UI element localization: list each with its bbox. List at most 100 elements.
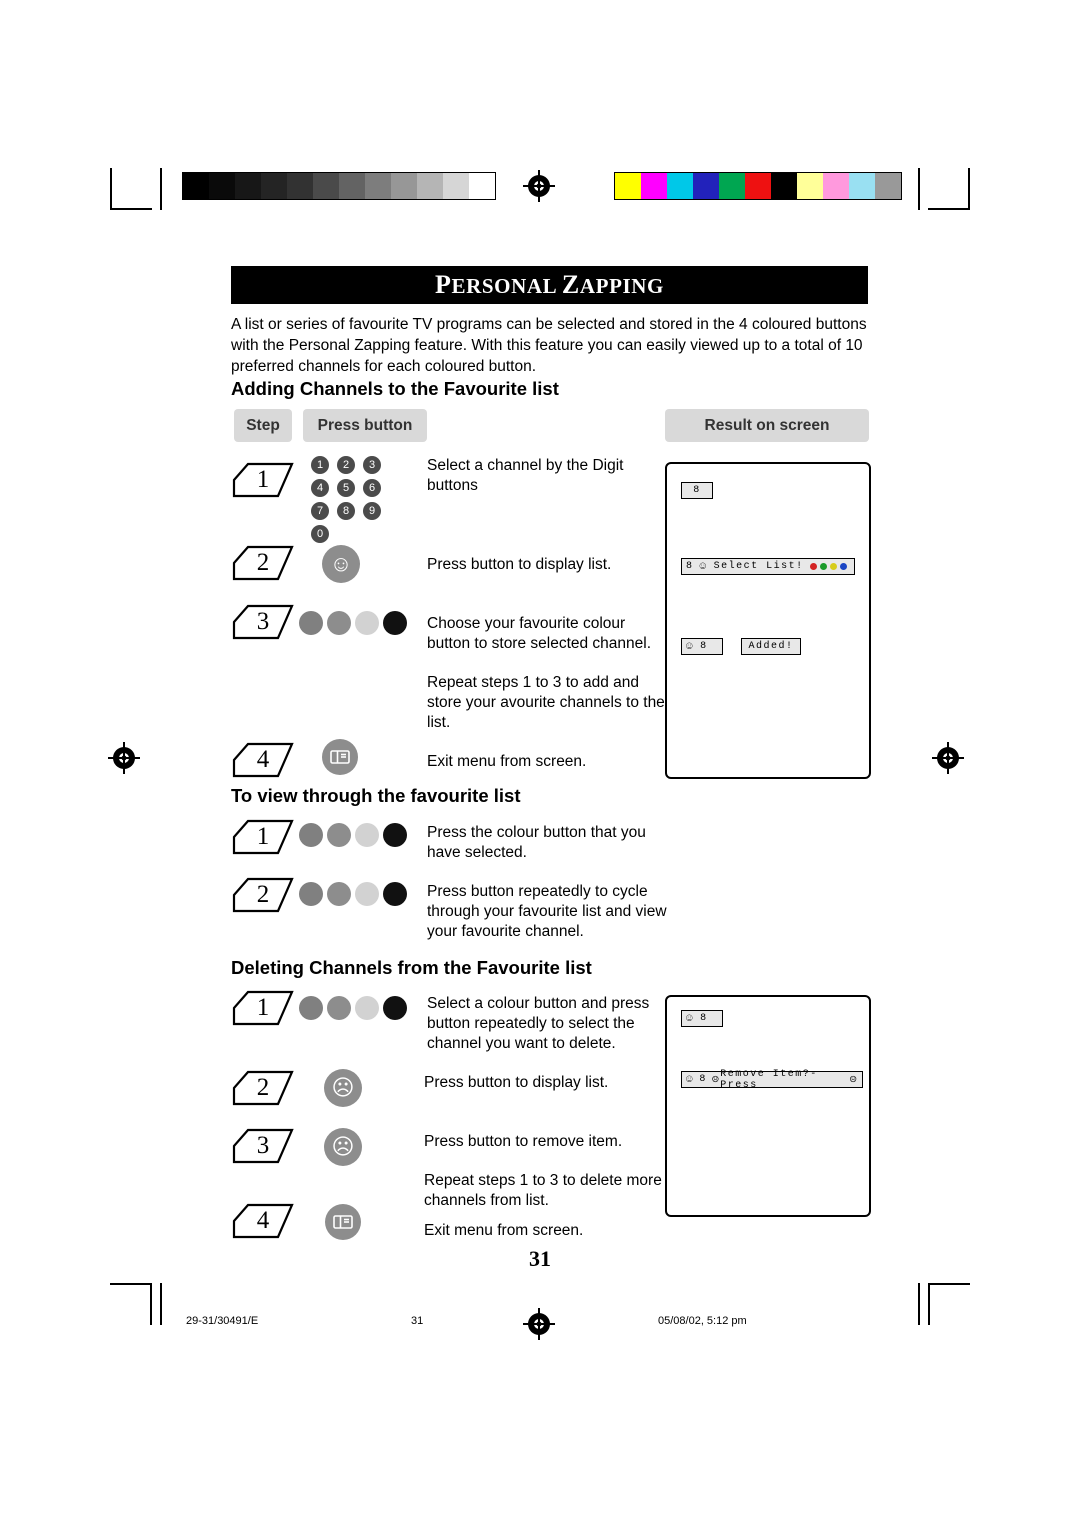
step-number: 2 [256, 1074, 270, 1101]
osd-channel-number: 8 [700, 641, 708, 652]
step-number: 3 [256, 1132, 270, 1159]
colour-button-yellow[interactable] [355, 823, 379, 847]
step-number: 1 [256, 823, 270, 850]
digit-key[interactable]: 1 [311, 456, 329, 474]
colour-button-blue[interactable] [383, 611, 407, 635]
intro-paragraph: A list or series of favourite TV program… [231, 316, 867, 375]
sad-smiley-icon: ☹ [712, 1074, 721, 1087]
exit-menu-button-icon[interactable] [322, 739, 358, 775]
digit-key[interactable]: 2 [337, 456, 355, 474]
colour-button-blue[interactable] [383, 823, 407, 847]
colour-button-green[interactable] [327, 882, 351, 906]
osd-added-channel-badge: ☺ 8 [681, 638, 723, 655]
step-marker: 3 [232, 1126, 294, 1166]
step-marker: 1 [232, 988, 294, 1028]
registration-target-left [108, 742, 140, 774]
step-number: 3 [256, 608, 270, 635]
step-marker: 2 [232, 1068, 294, 1108]
step-marker: 3 [232, 602, 294, 642]
osd-colour-dots [809, 563, 847, 570]
sad-smiley-button-icon[interactable]: ☹ [324, 1128, 362, 1166]
registration-target-right [932, 742, 964, 774]
osd-channel-number: 8 [700, 1013, 708, 1024]
step-instruction: Select a colour button and press button … [427, 995, 650, 1052]
digit-keypad: 123 456 789 0 [311, 456, 381, 548]
osd-added-bar: Added! [741, 638, 801, 655]
digit-key[interactable]: 8 [337, 502, 355, 520]
osd-channel-number: 8 [699, 1074, 707, 1085]
colour-button-blue[interactable] [383, 996, 407, 1020]
digit-key[interactable]: 5 [337, 479, 355, 497]
step-marker: 2 [232, 875, 294, 915]
colour-buttons-group[interactable] [299, 611, 407, 635]
column-header-press-button: Press button [303, 409, 427, 442]
page-title: PERSONAL ZAPPING [231, 266, 868, 304]
footer-left: 29-31/30491/E [186, 1315, 259, 1327]
colour-button-yellow[interactable] [355, 882, 379, 906]
sad-smiley-icon: ☹ [849, 1074, 858, 1087]
result-screen-deleting: ☺ 8 ☺ 8 ☹ Remove Item?- Press ☹ [665, 995, 871, 1217]
step-instruction: Select a channel by the Digit buttons [427, 457, 624, 494]
smiley-icon: ☺ [686, 1073, 695, 1086]
colour-button-green[interactable] [327, 996, 351, 1020]
step-instruction: Choose your favourite colour button to s… [427, 615, 652, 652]
osd-channel-badge: ☺ 8 [681, 1010, 723, 1027]
colour-button-green[interactable] [327, 823, 351, 847]
greyscale-colorbar [182, 172, 496, 200]
step-number: 4 [256, 746, 270, 773]
step-number: 1 [256, 466, 270, 493]
page-number: 31 [529, 1246, 551, 1271]
step-instruction: Press button to display list. [427, 556, 612, 573]
result-screen-adding: 8 8 ☺ Select List! ☺ 8 Added! [665, 462, 871, 779]
registration-target-bottom [523, 1308, 555, 1340]
step-instruction: Exit menu from screen. [427, 753, 587, 770]
step-instruction: Press button repeatedly to cycle through… [427, 883, 667, 940]
osd-remove-item-bar: ☺ 8 ☹ Remove Item?- Press ☹ [681, 1068, 863, 1091]
osd-channel-number: 8 [693, 485, 701, 496]
manual-page: PERSONAL ZAPPING A list or series of fav… [0, 0, 1080, 1528]
colour-button-yellow[interactable] [355, 996, 379, 1020]
column-header-result: Result on screen [665, 409, 869, 442]
step-marker: 4 [232, 1201, 294, 1241]
digit-key[interactable]: 3 [363, 456, 381, 474]
osd-select-list-bar: 8 ☺ Select List! [681, 558, 855, 575]
step-marker: 2 [232, 543, 294, 583]
colour-buttons-group[interactable] [299, 882, 407, 906]
digit-key[interactable]: 6 [363, 479, 381, 497]
step-marker: 4 [232, 740, 294, 780]
color-colorbar [614, 172, 902, 200]
colour-button-red[interactable] [299, 996, 323, 1020]
step-instruction: Press button to display list. [424, 1074, 609, 1091]
exit-menu-button-icon[interactable] [325, 1204, 361, 1240]
step-number: 2 [256, 881, 270, 908]
section-heading-adding: Adding Channels to the Favourite list [231, 378, 559, 399]
colour-button-red[interactable] [299, 882, 323, 906]
osd-added-text: Added! [748, 641, 794, 652]
step-note: Repeat steps 1 to 3 to add and store you… [427, 674, 665, 731]
colour-button-blue[interactable] [383, 882, 407, 906]
step-instruction: Press button to remove item. [424, 1133, 623, 1150]
step-instruction: Press the colour button that you have se… [427, 824, 646, 861]
colour-button-yellow[interactable] [355, 611, 379, 635]
step-note: Repeat steps 1 to 3 to delete more chann… [424, 1172, 662, 1209]
section-heading-deleting: Deleting Channels from the Favourite lis… [231, 957, 592, 978]
smiley-button-icon[interactable]: ☺ [322, 545, 360, 583]
colour-buttons-group[interactable] [299, 823, 407, 847]
digit-key[interactable]: 9 [363, 502, 381, 520]
step-marker: 1 [232, 817, 294, 857]
colour-button-red[interactable] [299, 611, 323, 635]
digit-key[interactable]: 7 [311, 502, 329, 520]
step-instruction: Exit menu from screen. [424, 1222, 584, 1239]
sad-smiley-button-icon[interactable]: ☹ [324, 1069, 362, 1107]
footer-right: 05/08/02, 5:12 pm [658, 1315, 747, 1327]
osd-remove-item-text: Remove Item?- Press [720, 1068, 818, 1091]
digit-key[interactable]: 0 [311, 525, 329, 543]
colour-buttons-group[interactable] [299, 996, 407, 1020]
osd-select-list-text: Select List! [713, 561, 804, 572]
page-title-text: PERSONAL ZAPPING [435, 270, 664, 299]
colour-button-red[interactable] [299, 823, 323, 847]
digit-key[interactable]: 4 [311, 479, 329, 497]
colour-button-green[interactable] [327, 611, 351, 635]
osd-channel-badge: 8 [681, 482, 713, 499]
step-number: 1 [256, 994, 270, 1021]
